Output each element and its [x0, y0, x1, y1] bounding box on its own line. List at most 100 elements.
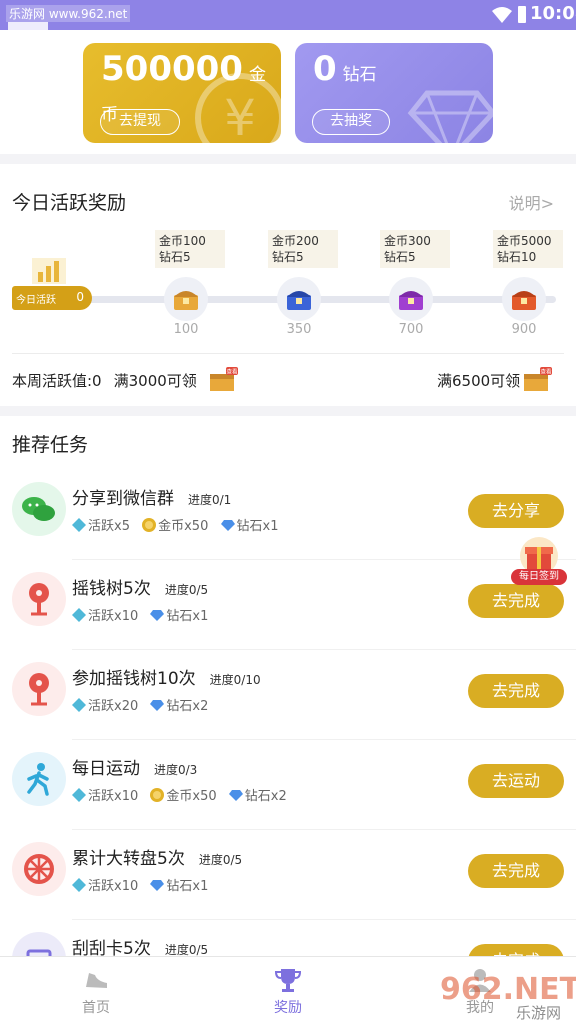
task-row: 分享到微信群 进度0/1 活跃x5 金币x50 钻石x1 去分享 — [0, 470, 576, 560]
milestone-chest[interactable] — [502, 277, 546, 321]
activity-icon — [72, 608, 86, 622]
today-activity-value: 0 — [76, 290, 84, 304]
complete-button[interactable]: 去完成 — [468, 584, 564, 618]
task-row: 累计大转盘5次 进度0/5 活跃x10 钻石x1 去完成 — [0, 830, 576, 920]
withdraw-button[interactable]: 去提现 — [100, 109, 180, 135]
task-progress: 进度0/5 — [198, 853, 243, 867]
task-progress: 进度0/5 — [164, 583, 209, 597]
coin-icon — [150, 788, 165, 802]
diamond-card: 0 钻石 去抽奖 — [295, 43, 493, 143]
running-icon — [12, 752, 66, 806]
task-rewards: 活跃x10 钻石x1 — [72, 605, 216, 624]
nav-item-label: 奖励 — [274, 1000, 302, 1016]
daily-sign-in-label: 每日签到 — [511, 569, 567, 585]
money-tree-icon — [12, 572, 66, 626]
battery-icon — [518, 6, 526, 23]
watermark-text: 乐游网 www.962.net — [6, 5, 131, 22]
task-name: 参加摇钱树10次 进度0/10 — [72, 669, 261, 689]
tasks-title: 推荐任务 — [12, 434, 89, 456]
svg-text:查看: 查看 — [226, 368, 238, 376]
daily-activity-section: 今日活跃奖励 说明> 今日活跃 0 金币100 钻石5 100 金币200 钻石5 … — [0, 164, 576, 406]
weekly-goal-1: 满3000可领 — [113, 372, 197, 390]
complete-button[interactable]: 去完成 — [468, 854, 564, 888]
diamond-icon — [220, 520, 235, 531]
milestone-value: 350 — [286, 322, 312, 337]
treasure-chest-icon — [287, 291, 311, 310]
task-name: 每日运动 进度0/3 — [72, 759, 198, 779]
task-name: 分享到微信群 进度0/1 — [72, 489, 232, 509]
diamond-icon — [150, 880, 165, 891]
task-progress: 进度0/3 — [154, 763, 198, 777]
wifi-icon — [492, 7, 512, 23]
diamond-icon — [150, 700, 165, 711]
diamond-unit: 钻石 — [342, 65, 377, 85]
treasure-chest-icon — [399, 291, 423, 310]
exercise-button[interactable]: 去运动 — [468, 764, 564, 798]
weekly-activity-label: 本周活跃值:0 — [12, 372, 102, 390]
nav-item-rewards[interactable]: 奖励 — [248, 965, 328, 1017]
task-row: 摇钱树5次 进度0/5 活跃x10 钻石x1 去完成 — [0, 560, 576, 650]
nav-item-home[interactable]: 首页 — [56, 965, 136, 1017]
today-activity-label: 今日活跃 — [16, 295, 56, 306]
daily-sign-in-button[interactable]: 每日签到 — [510, 536, 568, 588]
task-rewards: 活跃x10 钻石x1 — [72, 875, 216, 894]
task-name: 累计大转盘5次 进度0/5 — [72, 849, 243, 869]
milestone-value: 900 — [511, 322, 537, 337]
activity-icon — [72, 518, 86, 532]
weekly-activity: 本周活跃值:0 满3000可领 — [12, 370, 197, 391]
activity-icon — [72, 698, 86, 712]
lottery-button[interactable]: 去抽奖 — [312, 109, 390, 135]
wheel-icon — [12, 842, 66, 896]
weekly-gift-icon[interactable]: 查看 — [522, 367, 552, 393]
milestone-reward-label: 金币300 钻石5 — [380, 230, 450, 268]
task-name: 摇钱树5次 进度0/5 — [72, 579, 209, 599]
milestone-value: 700 — [398, 322, 424, 337]
task-rewards: 活跃x20 钻石x2 — [72, 695, 216, 714]
share-button[interactable]: 去分享 — [468, 494, 564, 528]
trophy-icon — [274, 969, 302, 992]
task-progress: 进度0/10 — [209, 673, 261, 687]
milestone-chest[interactable] — [164, 277, 208, 321]
task-row: 每日运动 进度0/3 活跃x10 金币x50 钻石x2 去运动 — [0, 740, 576, 830]
milestone-value: 100 — [173, 322, 199, 337]
shoe-icon — [86, 973, 107, 988]
status-time: 10:08 — [530, 3, 576, 24]
task-row: 参加摇钱树10次 进度0/10 活跃x20 钻石x2 去完成 — [0, 650, 576, 740]
wechat-icon — [12, 482, 66, 536]
diamond-bg-icon — [407, 90, 493, 143]
coin-icon — [142, 518, 157, 532]
progress-track — [86, 296, 556, 303]
today-activity-tag: 今日活跃 0 — [12, 286, 92, 310]
task-progress: 进度0/1 — [188, 493, 232, 507]
milestone-chest[interactable] — [277, 277, 321, 321]
help-link[interactable]: 说明> — [509, 190, 554, 214]
weekly-goal-2: 满6500可领 — [437, 372, 521, 390]
task-rewards: 活跃x10 金币x50 钻石x2 — [72, 785, 295, 804]
watermark-site: 乐游网 — [516, 1004, 562, 1022]
weekly-gift-icon[interactable]: 查看 — [208, 367, 238, 393]
complete-button[interactable]: 去完成 — [468, 674, 564, 708]
recommended-tasks-section: 推荐任务 分享到微信群 进度0/1 活跃x5 金币x50 钻石x1 去分享 摇钱树… — [0, 416, 576, 976]
bar-chart-icon — [32, 258, 66, 284]
diamond-icon — [150, 610, 165, 621]
diamond-icon — [228, 790, 243, 801]
task-rewards: 活跃x5 金币x50 钻石x1 — [72, 515, 286, 534]
wallet-panel: ¥ 500000 金币 去提现 0 钻石 去抽奖 — [0, 30, 576, 154]
milestone-chest[interactable] — [389, 277, 433, 321]
milestone-reward-label: 金币200 钻石5 — [268, 230, 338, 268]
divider — [12, 353, 564, 354]
treasure-chest-icon — [174, 291, 198, 310]
coin-card: ¥ 500000 金币 去提现 — [83, 43, 281, 143]
milestone-reward-label: 金币100 钻石5 — [155, 230, 225, 268]
daily-title: 今日活跃奖励 — [12, 192, 127, 214]
watermark-bar — [8, 22, 48, 30]
diamond-amount: 0 钻石 — [313, 49, 377, 89]
milestone-reward-label: 金币5000 钻石10 — [493, 230, 563, 268]
svg-text:查看: 查看 — [540, 368, 552, 376]
treasure-chest-icon — [512, 291, 536, 310]
activity-icon — [72, 788, 86, 802]
task-progress: 进度0/5 — [164, 943, 209, 957]
nav-item-label: 首页 — [82, 1000, 110, 1016]
activity-icon — [72, 878, 86, 892]
status-bar: 乐游网 www.962.net 10:08 — [0, 0, 576, 30]
